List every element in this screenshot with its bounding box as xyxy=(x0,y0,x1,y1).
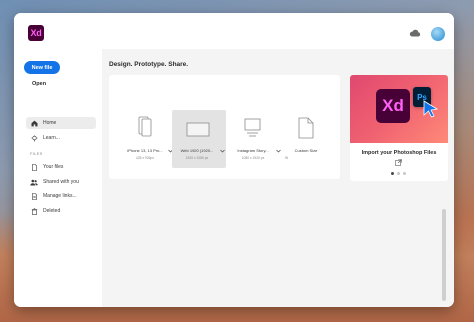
xd-logo-text: Xd xyxy=(30,28,42,38)
sidebar: New file Open Home Learn... FILES Your f… xyxy=(14,49,102,307)
web-icon xyxy=(186,122,210,137)
preset-custom-size[interactable]: Custom Size W xyxy=(281,110,335,168)
sidebar-item-manage-links[interactable]: Manage links... xyxy=(26,190,96,202)
sidebar-item-learn[interactable]: Learn... xyxy=(26,132,96,144)
page-title: Design. Prototype. Share. xyxy=(109,61,189,68)
sidebar-item-label: Deleted xyxy=(43,208,61,214)
preset-size: 1080 x 1920 px xyxy=(241,156,265,160)
preset-name: Custom Size xyxy=(294,148,318,153)
sidebar-item-home[interactable]: Home xyxy=(26,117,96,129)
instagram-icon xyxy=(244,118,261,137)
main-content: Design. Prototype. Share. iPhone 13, 13 … xyxy=(102,49,454,307)
top-bar: Xd xyxy=(14,13,454,49)
open-link[interactable]: Open xyxy=(32,81,46,87)
new-file-button[interactable]: New file xyxy=(24,61,60,74)
files-section-label: FILES xyxy=(30,151,43,156)
scrollbar[interactable] xyxy=(442,209,446,301)
sidebar-item-label: Manage links... xyxy=(43,193,77,199)
external-link-icon[interactable] xyxy=(395,159,402,166)
sidebar-item-label: Shared with you xyxy=(43,179,79,185)
preset-name: Instagram Story... xyxy=(237,148,269,153)
people-icon xyxy=(30,178,38,186)
presets-panel: iPhone 13, 13 Pro... 428 x 926px Web 192… xyxy=(109,75,340,179)
cloud-icon[interactable] xyxy=(409,29,421,37)
import-illustration: Xd Ps xyxy=(350,75,448,143)
trash-icon xyxy=(30,207,38,215)
app-window: Xd New file Open Home Learn... FILES You… xyxy=(14,13,454,307)
sidebar-item-label: Home xyxy=(43,120,57,126)
xd-logo-art: Xd xyxy=(376,89,410,123)
import-photoshop-card[interactable]: Xd Ps Import your Photoshop Files xyxy=(350,75,448,181)
carousel-dot[interactable] xyxy=(403,172,406,175)
carousel-dot[interactable] xyxy=(391,172,394,175)
avatar[interactable] xyxy=(431,27,445,41)
xd-logo: Xd xyxy=(28,25,44,41)
sidebar-item-shared[interactable]: Shared with you xyxy=(26,176,96,188)
preset-iphone[interactable]: iPhone 13, 13 Pro... 428 x 926px xyxy=(120,110,174,168)
sidebar-item-label: Learn... xyxy=(43,135,60,141)
phone-icon xyxy=(138,116,152,137)
custom-width-field[interactable]: W xyxy=(285,156,335,160)
preset-name: Web 1920 (1920... xyxy=(180,148,214,153)
chevron-down-icon[interactable] xyxy=(219,147,226,154)
file-icon xyxy=(30,163,38,171)
sidebar-item-your-files[interactable]: Your files xyxy=(26,161,96,173)
custom-size-icon xyxy=(298,117,314,139)
preset-size: 428 x 926px xyxy=(136,156,154,160)
cursor-arrow-icon xyxy=(423,100,438,118)
preset-web[interactable]: Web 1920 (1920... 1920 x 1080 px xyxy=(172,110,226,168)
preset-instagram-story[interactable]: Instagram Story... 1080 x 1920 px xyxy=(228,110,282,168)
home-icon xyxy=(30,119,38,127)
carousel-dot[interactable] xyxy=(397,172,400,175)
link-icon xyxy=(30,192,38,200)
preset-size: 1920 x 1080 px xyxy=(185,156,209,160)
sidebar-item-deleted[interactable]: Deleted xyxy=(26,205,96,217)
lightbulb-icon xyxy=(30,134,38,142)
import-card-title: Import your Photoshop Files xyxy=(361,150,437,156)
preset-name: iPhone 13, 13 Pro... xyxy=(127,148,163,153)
sidebar-item-label: Your files xyxy=(43,164,64,170)
